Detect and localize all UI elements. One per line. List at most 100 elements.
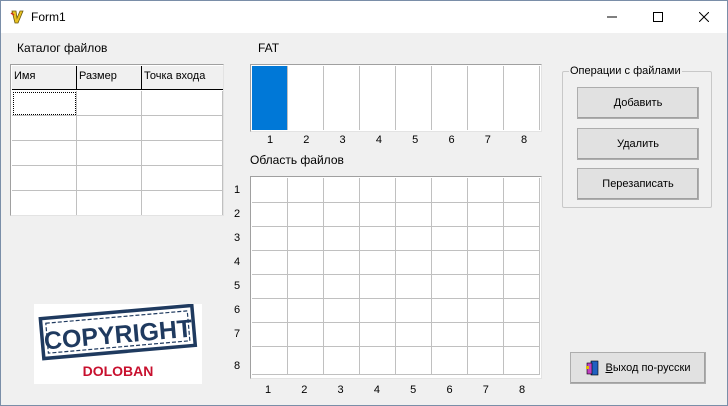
files-area-cell[interactable] <box>324 227 360 251</box>
files-area-cell[interactable] <box>504 227 540 251</box>
files-area-cell[interactable] <box>432 275 468 299</box>
files-area-cell[interactable] <box>504 347 540 375</box>
file-catalog-grid[interactable]: Имя Размер Точка входа <box>10 64 224 216</box>
files-area-cell[interactable] <box>396 178 432 203</box>
catalog-cell[interactable] <box>77 116 142 141</box>
catalog-cell[interactable] <box>142 141 223 166</box>
fat-cell[interactable] <box>288 66 324 130</box>
files-area-cell[interactable] <box>432 323 468 347</box>
files-area-cell[interactable] <box>504 251 540 275</box>
files-area-cell[interactable] <box>432 299 468 323</box>
files-area-cell[interactable] <box>504 178 540 203</box>
files-area-cell[interactable] <box>288 347 324 375</box>
delete-button[interactable]: Удалить <box>577 128 699 160</box>
title-bar[interactable]: Form1 <box>1 1 727 33</box>
files-area-cell[interactable] <box>468 299 504 323</box>
column-header-entry-point[interactable]: Точка входа <box>142 66 223 90</box>
catalog-cell[interactable] <box>142 91 223 116</box>
files-area-cell[interactable] <box>468 251 504 275</box>
files-area-cell[interactable] <box>324 203 360 227</box>
catalog-cell[interactable] <box>12 116 77 141</box>
catalog-cell[interactable] <box>12 166 77 191</box>
files-area-cell[interactable] <box>360 251 396 275</box>
files-area-cell[interactable] <box>396 227 432 251</box>
minimize-button[interactable] <box>589 1 635 33</box>
files-area-cell[interactable] <box>252 347 288 375</box>
catalog-cell[interactable] <box>12 191 77 215</box>
files-area-cell[interactable] <box>252 299 288 323</box>
files-area-cell[interactable] <box>396 275 432 299</box>
fat-cell[interactable] <box>432 66 468 130</box>
fat-cell[interactable] <box>396 66 432 130</box>
files-area-cell[interactable] <box>360 178 396 203</box>
files-area-cell[interactable] <box>252 203 288 227</box>
files-area-cell[interactable] <box>468 203 504 227</box>
files-area-cell[interactable] <box>324 178 360 203</box>
catalog-cell[interactable] <box>77 91 142 116</box>
catalog-cell[interactable] <box>142 191 223 215</box>
catalog-cell[interactable] <box>77 141 142 166</box>
files-area-grid[interactable] <box>250 176 542 379</box>
files-area-cell[interactable] <box>288 251 324 275</box>
files-area-cell[interactable] <box>360 275 396 299</box>
files-area-cell[interactable] <box>324 323 360 347</box>
files-area-cell[interactable] <box>324 251 360 275</box>
files-area-cell[interactable] <box>288 203 324 227</box>
files-area-cell[interactable] <box>252 323 288 347</box>
files-area-cell[interactable] <box>468 347 504 375</box>
files-area-cell[interactable] <box>252 251 288 275</box>
files-area-cell[interactable] <box>360 299 396 323</box>
files-area-cell[interactable] <box>360 323 396 347</box>
column-header-name[interactable]: Имя <box>12 66 77 90</box>
files-area-cell[interactable] <box>288 178 324 203</box>
fat-cell[interactable] <box>468 66 504 130</box>
files-area-cell[interactable] <box>396 251 432 275</box>
catalog-cell[interactable] <box>12 91 77 116</box>
files-area-cell[interactable] <box>504 299 540 323</box>
fat-cell[interactable] <box>324 66 360 130</box>
files-area-cell[interactable] <box>252 178 288 203</box>
catalog-cell[interactable] <box>77 191 142 215</box>
files-area-cell[interactable] <box>504 275 540 299</box>
maximize-button[interactable] <box>635 1 681 33</box>
files-area-cell[interactable] <box>468 275 504 299</box>
catalog-cell[interactable] <box>12 141 77 166</box>
fat-cell[interactable] <box>252 66 288 130</box>
files-area-cell[interactable] <box>324 275 360 299</box>
files-area-cell[interactable] <box>504 323 540 347</box>
files-area-cell[interactable] <box>432 178 468 203</box>
files-area-cell[interactable] <box>252 275 288 299</box>
exit-button[interactable]: Выход по-русски <box>570 352 706 384</box>
files-area-cell[interactable] <box>324 347 360 375</box>
add-button[interactable]: Добавить <box>577 87 699 119</box>
files-area-cell[interactable] <box>288 323 324 347</box>
files-area-cell[interactable] <box>504 203 540 227</box>
close-button[interactable] <box>681 1 727 33</box>
files-area-cell[interactable] <box>360 203 396 227</box>
files-area-cell[interactable] <box>324 299 360 323</box>
fat-cell[interactable] <box>360 66 396 130</box>
rewrite-button[interactable]: Перезаписать <box>577 168 699 200</box>
files-area-cell[interactable] <box>288 227 324 251</box>
files-area-cell[interactable] <box>468 323 504 347</box>
files-area-cell[interactable] <box>396 347 432 375</box>
files-area-cell[interactable] <box>288 275 324 299</box>
files-area-cell[interactable] <box>432 347 468 375</box>
catalog-cell[interactable] <box>142 116 223 141</box>
catalog-cell[interactable] <box>142 166 223 191</box>
files-area-cell[interactable] <box>396 203 432 227</box>
fat-grid[interactable] <box>250 64 542 132</box>
catalog-cell[interactable] <box>77 166 142 191</box>
files-area-cell[interactable] <box>360 227 396 251</box>
files-area-cell[interactable] <box>396 323 432 347</box>
files-area-cell[interactable] <box>396 299 432 323</box>
files-area-cell[interactable] <box>468 178 504 203</box>
files-area-cell[interactable] <box>360 347 396 375</box>
files-area-cell[interactable] <box>468 227 504 251</box>
files-area-cell[interactable] <box>432 203 468 227</box>
files-area-cell[interactable] <box>288 299 324 323</box>
files-area-cell[interactable] <box>432 251 468 275</box>
files-area-cell[interactable] <box>432 227 468 251</box>
column-header-size[interactable]: Размер <box>77 66 142 90</box>
files-area-cell[interactable] <box>252 227 288 251</box>
